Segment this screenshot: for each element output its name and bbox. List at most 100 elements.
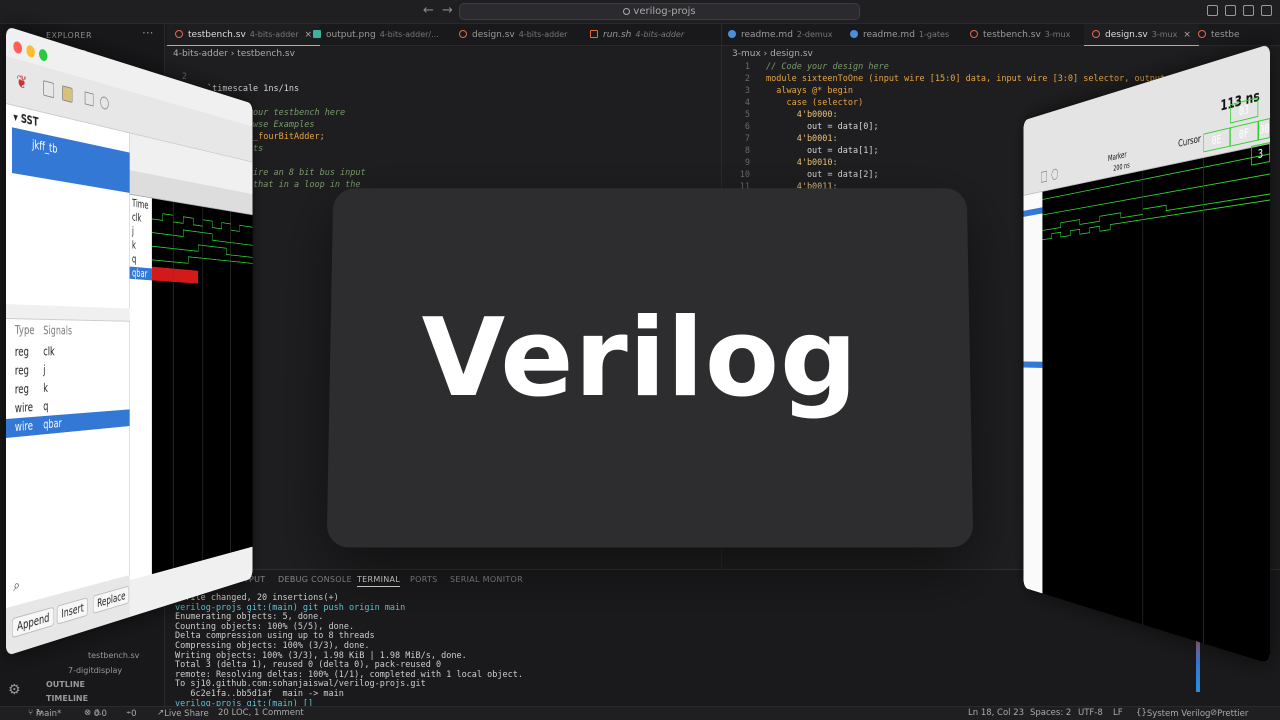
status-bar: ⑂ main* ↻ ⊗ 0 ⚠ 0 ⌁ 0 ↗ Live Share 20 LO… <box>0 706 1280 720</box>
prettier-status[interactable]: ⊘ Prettier <box>1210 708 1248 719</box>
code-line[interactable]: 4'b0010: <box>766 158 838 168</box>
code-line[interactable]: 4'b0000: <box>766 110 838 120</box>
search-icon[interactable]: ⌕ <box>13 575 20 596</box>
tab-readme-gates[interactable]: readme.md 1-gates <box>850 24 949 46</box>
marker-value: 200 ns <box>1113 161 1130 174</box>
zoom-in-icon[interactable] <box>100 95 109 111</box>
close-window-icon[interactable] <box>13 40 23 55</box>
tab-design-mux[interactable]: design.sv 3-mux × <box>1084 24 1199 46</box>
terminal-line: Delta compression using up to 8 threads <box>175 631 375 642</box>
more-actions-icon[interactable]: ··· <box>142 26 153 40</box>
code-line[interactable]: case (selector) <box>766 98 863 108</box>
cursor-position[interactable]: Ln 18, Col 23 <box>968 708 1024 718</box>
line-number: 8 <box>744 146 750 156</box>
code-line[interactable]: // Code your design here <box>766 62 889 72</box>
tab-bar: testbench.sv 4-bits-adder × output.png 4-bi… <box>165 24 721 46</box>
zoom-in-icon[interactable] <box>1051 168 1059 181</box>
file-icon <box>459 30 467 38</box>
cherries-logo-icon: ❦ <box>16 70 28 95</box>
customize-layout-icon[interactable] <box>1261 5 1272 16</box>
line-number: 3 <box>744 86 750 96</box>
tab-testbench-mux[interactable]: testbench.sv 3-mux <box>970 24 1070 46</box>
line-number: 1 <box>744 62 750 72</box>
wave-name[interactable]: q <box>132 253 136 266</box>
panel-tab-serial-monitor[interactable]: SERIAL MONITOR <box>450 575 523 584</box>
terminal-line: To sj10.github.com:sohanjaiswal/verilog-… <box>175 679 426 690</box>
line-number: 7 <box>744 134 750 144</box>
command-center-search[interactable]: verilog-projs <box>459 3 860 20</box>
terminal-line: Writing objects: 100% (3/3), 1.98 KiB | … <box>175 650 467 661</box>
explorer-title: EXPLORER <box>46 31 92 40</box>
toggle-secondary-sidebar-icon[interactable] <box>1243 5 1254 16</box>
language-mode[interactable]: {} System Verilog <box>1136 708 1210 719</box>
replace-button[interactable]: Replace <box>92 585 130 615</box>
code-line[interactable]: out = data[2]; <box>766 170 879 180</box>
indentation[interactable]: Spaces: 2 <box>1030 708 1071 718</box>
wave-name[interactable]: clk <box>132 211 141 225</box>
loc-indicator: 20 LOC, 1 Comment <box>218 708 304 718</box>
line-number: 6 <box>744 122 750 132</box>
outline-section[interactable]: OUTLINE <box>46 680 85 689</box>
accounts-gear-icon[interactable]: ⚙ <box>8 682 21 698</box>
line-number: 9 <box>744 158 750 168</box>
zoom-fit-icon[interactable] <box>1040 170 1048 183</box>
back-arrow-icon[interactable]: ← <box>423 3 434 18</box>
toggle-sidebar-icon[interactable] <box>1207 5 1218 16</box>
terminal-line: 6c2e1fa..bb5d1af main -> main <box>175 689 344 699</box>
encoding[interactable]: UTF-8 <box>1078 708 1103 718</box>
tab-design[interactable]: design.sv 4-bits-adder <box>459 24 567 46</box>
tab-readme-demux[interactable]: readme.md 2-demux <box>728 24 833 46</box>
cursor-label: Cursor <box>1178 132 1201 150</box>
paste-icon[interactable] <box>62 85 73 103</box>
panel-tab-debug-console[interactable]: DEBUG CONSOLE <box>278 575 352 584</box>
forward-arrow-icon[interactable]: → <box>442 3 453 18</box>
line-number: 2 <box>744 74 750 84</box>
toggle-panel-icon[interactable] <box>1225 5 1236 16</box>
wave-name-selected[interactable]: qbar <box>129 266 152 281</box>
folder-item[interactable]: 7-digitdisplay <box>68 666 122 675</box>
end-of-line[interactable]: LF <box>1113 708 1123 718</box>
file-icon <box>1198 30 1206 38</box>
terminal-line: verilog-projs git:(main) git push origin… <box>175 602 406 613</box>
hex-value: 3 <box>1251 142 1270 166</box>
tree-selection[interactable] <box>1023 207 1043 217</box>
problems-indicator[interactable]: ⊗ 0 ⚠ 0 <box>84 708 107 719</box>
zoom-fit-icon[interactable] <box>84 91 94 107</box>
wave-name[interactable]: j <box>132 225 134 237</box>
breadcrumb: 3-mux › design.sv <box>732 49 813 59</box>
code-line[interactable]: `timescale 1ns/1ns <box>207 84 299 94</box>
append-button[interactable]: Append <box>11 606 55 639</box>
tab-testbench[interactable]: testbench.sv 4-bits-adder × <box>167 24 321 46</box>
close-icon[interactable]: × <box>305 30 313 40</box>
code-line[interactable]: 4'b0001: <box>766 134 838 144</box>
code-line[interactable]: out = data[1]; <box>766 146 879 156</box>
branch-indicator[interactable]: ⑂ main* ↻ <box>28 708 61 719</box>
timeline-section[interactable]: TIMELINE <box>46 694 88 703</box>
tab-output-png[interactable]: output.png 4-bits-adder/... <box>313 24 439 46</box>
code-line[interactable]: always @* begin <box>766 86 853 96</box>
copy-icon[interactable] <box>43 80 55 99</box>
minimize-window-icon[interactable] <box>26 44 35 59</box>
live-share-button[interactable]: ↗ Live Share <box>157 708 209 719</box>
insert-button[interactable]: Insert <box>56 597 89 625</box>
line-number: 5 <box>744 110 750 120</box>
layout-controls <box>1207 5 1272 16</box>
ports-indicator[interactable]: ⌁ 0 <box>126 708 137 719</box>
panel-tab-ports[interactable]: PORTS <box>410 575 438 584</box>
tab-run-sh[interactable]: run.sh 4-bits-adder <box>590 24 684 46</box>
panel-tab-terminal[interactable]: TERMINAL <box>357 575 401 587</box>
breadcrumb: 4-bits-adder › testbench.sv <box>173 49 295 59</box>
shell-file-icon <box>590 30 598 38</box>
close-icon[interactable]: × <box>1183 30 1191 40</box>
info-icon <box>850 30 858 38</box>
hero-title: Verilog <box>421 296 859 421</box>
terminal-line: Counting objects: 100% (5/5), done. <box>175 621 355 632</box>
zoom-window-icon[interactable] <box>39 48 48 63</box>
tab-testbench-partial[interactable]: testbe <box>1198 24 1240 46</box>
hex-value: 00 <box>1258 118 1270 141</box>
line-number: 4 <box>744 98 750 108</box>
code-line[interactable]: out = data[0]; <box>766 122 879 132</box>
wave-name[interactable]: k <box>132 239 136 252</box>
file-icon <box>1092 30 1100 38</box>
file-item[interactable]: testbench.sv <box>88 651 139 660</box>
